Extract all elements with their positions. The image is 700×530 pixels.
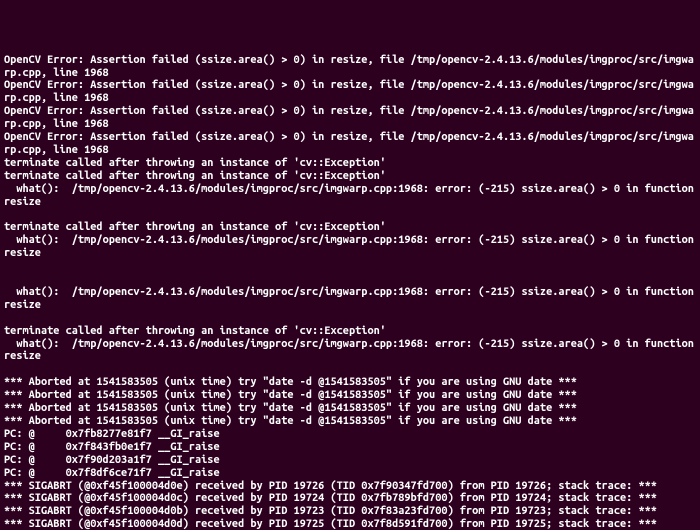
terminal-line: PC: @ 0x7f90d203a1f7 __GI_raise (4, 454, 696, 467)
terminal-line (4, 273, 696, 286)
terminal-line: what(): /tmp/opencv-2.4.13.6/modules/img… (4, 234, 696, 260)
terminal-line: OpenCV Error: Assertion failed (ssize.ar… (4, 105, 696, 131)
terminal-output: OpenCV Error: Assertion failed (ssize.ar… (4, 54, 696, 530)
terminal-line: PC: @ 0x7fb8277e81f7 __GI_raise (4, 428, 696, 441)
terminal-line: *** Aborted at 1541583505 (unix time) tr… (4, 389, 696, 402)
terminal-line: *** Aborted at 1541583505 (unix time) tr… (4, 415, 696, 428)
terminal-line: terminate called after throwing an insta… (4, 170, 696, 183)
terminal-line (4, 209, 696, 222)
terminal-line (4, 260, 696, 273)
terminal-line: *** SIGABRT (@0xf45f100004d0d) received … (4, 518, 696, 530)
terminal-line: what(): /tmp/opencv-2.4.13.6/modules/img… (4, 183, 696, 209)
terminal-line: *** Aborted at 1541583505 (unix time) tr… (4, 376, 696, 389)
terminal-line: *** SIGABRT (@0xf45f100004d0e) received … (4, 480, 696, 493)
terminal-line: OpenCV Error: Assertion failed (ssize.ar… (4, 79, 696, 105)
terminal-line: PC: @ 0x7f843fb0e1f7 __GI_raise (4, 441, 696, 454)
terminal-line: *** SIGABRT (@0xf45f100004d0c) received … (4, 492, 696, 505)
terminal-line: *** Aborted at 1541583505 (unix time) tr… (4, 402, 696, 415)
terminal-line (4, 363, 696, 376)
terminal-line: what(): /tmp/opencv-2.4.13.6/modules/img… (4, 338, 696, 364)
terminal-line: OpenCV Error: Assertion failed (ssize.ar… (4, 54, 696, 80)
terminal-line: OpenCV Error: Assertion failed (ssize.ar… (4, 131, 696, 157)
terminal-line (4, 312, 696, 325)
terminal-line: *** SIGABRT (@0xf45f100004d0b) received … (4, 505, 696, 518)
terminal-line: what(): /tmp/opencv-2.4.13.6/modules/img… (4, 286, 696, 312)
terminal-line: terminate called after throwing an insta… (4, 157, 696, 170)
terminal-line: terminate called after throwing an insta… (4, 221, 696, 234)
terminal-line: PC: @ 0x7f8df6ce71f7 __GI_raise (4, 467, 696, 480)
terminal-line: terminate called after throwing an insta… (4, 325, 696, 338)
